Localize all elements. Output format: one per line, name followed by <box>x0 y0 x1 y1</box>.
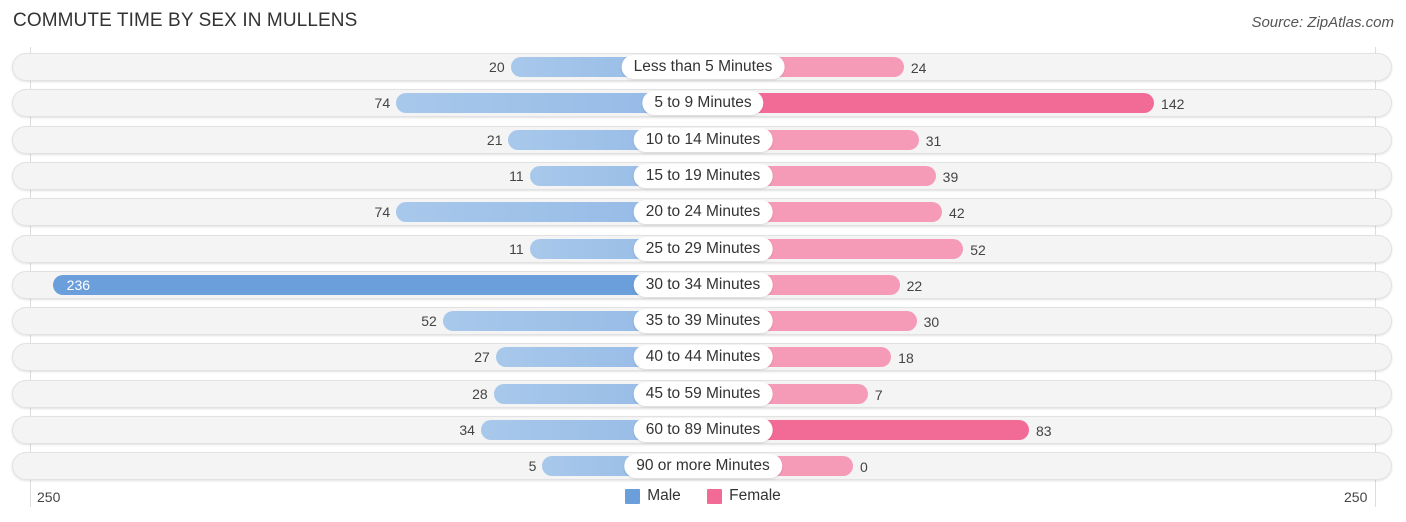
value-label-female: 0 <box>860 459 868 475</box>
value-label-female: 24 <box>910 60 927 76</box>
category-label: 5 to 9 Minutes <box>642 91 764 115</box>
category-label: 35 to 39 Minutes <box>633 309 773 333</box>
value-label-male: 20 <box>489 59 505 75</box>
value-label-male: 34 <box>459 422 475 438</box>
bar-male[interactable] <box>52 275 703 295</box>
value-label-female: 83 <box>1035 423 1052 439</box>
value-label-female: 7 <box>874 387 883 403</box>
category-label: Less than 5 Minutes <box>621 55 785 79</box>
category-label: 25 to 29 Minutes <box>633 237 773 261</box>
value-label-male: 74 <box>374 95 391 111</box>
category-label: 10 to 14 Minutes <box>633 128 773 152</box>
value-label-female: 22 <box>906 278 923 294</box>
legend-item-female[interactable]: Female <box>707 487 781 505</box>
value-label-female: 142 <box>1161 96 1185 112</box>
category-label: 40 to 44 Minutes <box>633 345 773 369</box>
legend-swatch-female <box>707 488 723 504</box>
value-label-male: 74 <box>374 204 391 220</box>
category-label: 90 or more Minutes <box>624 454 782 478</box>
value-label-female: 30 <box>923 314 940 330</box>
legend-label-male: Male <box>647 487 681 504</box>
legend-swatch-male <box>625 488 641 504</box>
category-label: 60 to 89 Minutes <box>633 418 773 442</box>
category-label: 45 to 59 Minutes <box>633 382 773 406</box>
bar-female[interactable] <box>703 93 1155 113</box>
legend-item-male[interactable]: Male <box>625 487 681 505</box>
value-label-female: 18 <box>898 350 914 366</box>
value-label-female: 52 <box>970 242 986 258</box>
value-label-male: 11 <box>509 241 524 257</box>
value-label-male: 27 <box>474 349 490 365</box>
value-label-male: 236 <box>66 277 91 293</box>
category-label: 30 to 34 Minutes <box>633 273 773 297</box>
legend-label-female: Female <box>729 487 781 504</box>
value-label-male: 52 <box>421 313 437 329</box>
value-label-male: 28 <box>472 386 488 402</box>
value-label-male: 11 <box>509 168 524 184</box>
value-label-female: 42 <box>949 205 965 221</box>
category-label: 15 to 19 Minutes <box>633 164 773 188</box>
value-label-female: 31 <box>925 133 942 149</box>
chart-plot-area: 20 24 Less than 5 Minutes 74 142 5 to 9 Minut… <box>0 0 1406 522</box>
value-label-male: 21 <box>486 132 503 148</box>
value-label-female: 39 <box>942 169 959 185</box>
value-label-male: 5 <box>528 458 537 474</box>
category-label: 20 to 24 Minutes <box>633 200 773 224</box>
legend: Male Female <box>0 487 1406 509</box>
